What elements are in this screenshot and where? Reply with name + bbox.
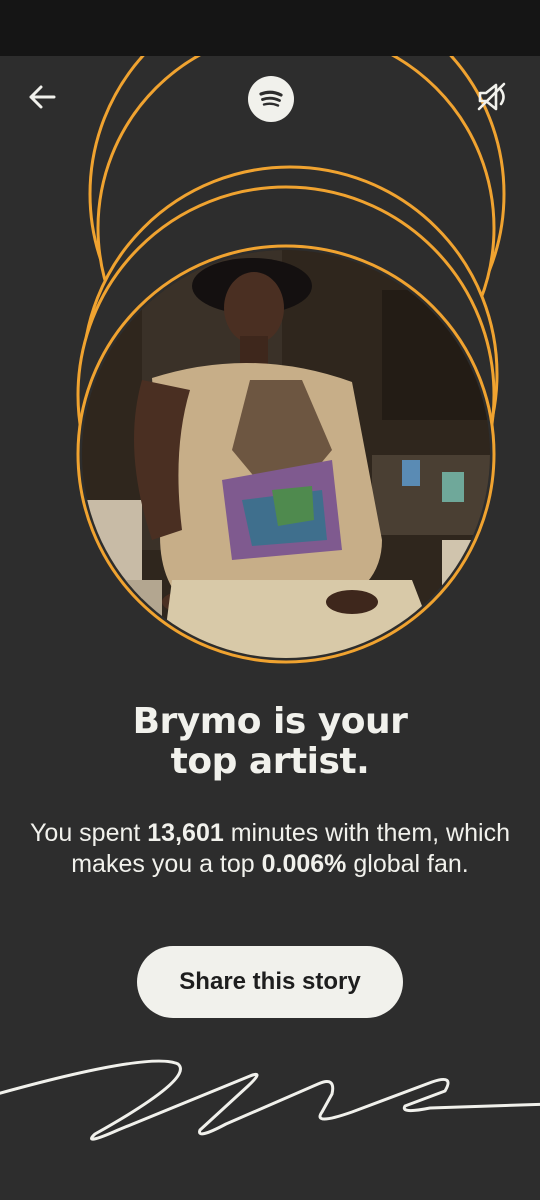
share-story-button[interactable]: Share this story: [137, 946, 403, 1018]
story-card: Brymo is your top artist. You spent 13,6…: [0, 56, 540, 1200]
stats-text-1: You spent: [30, 819, 148, 847]
arrow-left-icon: [29, 85, 56, 109]
status-bar: [0, 0, 540, 56]
decorative-squiggle: [0, 1059, 540, 1141]
minutes-value: 13,601: [147, 819, 224, 847]
headline-line-2: top artist.: [170, 741, 370, 782]
stats-text-3: global fan.: [346, 850, 469, 878]
percentile-value: 0.006%: [261, 850, 347, 878]
artist-photo: [82, 250, 490, 658]
headline: Brymo is your top artist.: [20, 702, 520, 782]
spotify-logo-icon: [248, 76, 294, 122]
back-button[interactable]: [18, 73, 66, 121]
mute-button[interactable]: [468, 73, 516, 121]
speaker-muted-icon: [477, 82, 506, 111]
listening-stats: You spent 13,601 minutes with them, whic…: [30, 818, 510, 880]
headline-line-1: Brymo is your: [132, 701, 408, 742]
